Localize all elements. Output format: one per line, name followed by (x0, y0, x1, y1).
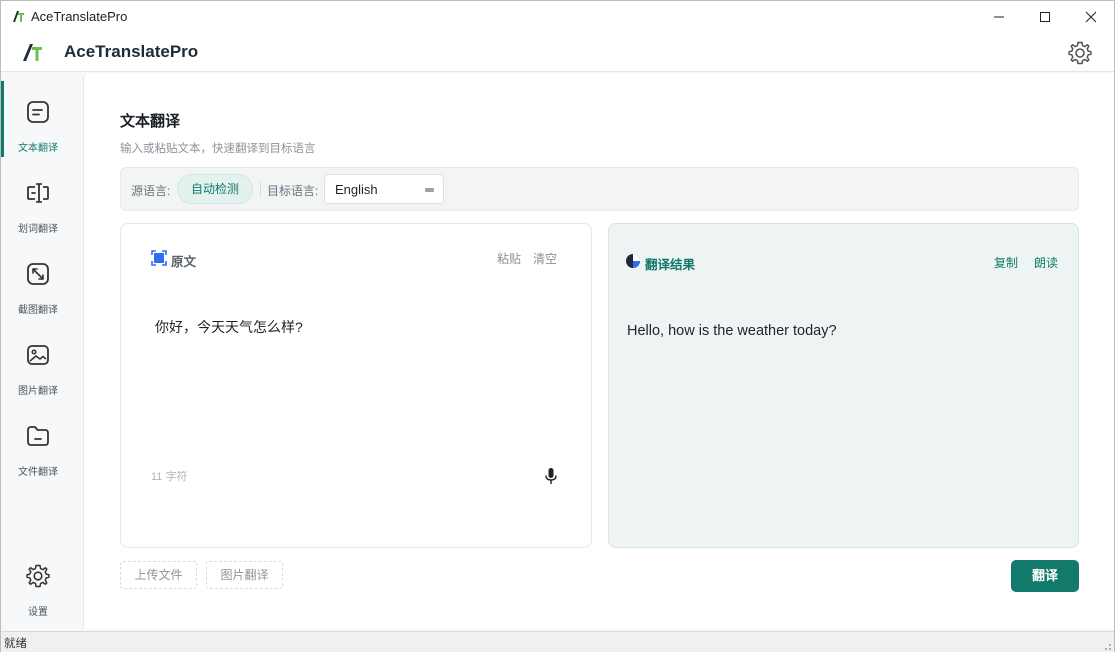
target-language-label: 目标语言: (267, 184, 319, 198)
gear-icon (26, 564, 50, 588)
minimize-icon (994, 16, 1004, 17)
resize-grip-icon[interactable] (1100, 639, 1112, 651)
image-translate-button[interactable]: 图片翻译 (206, 561, 283, 589)
scan-frame-icon (151, 250, 167, 266)
sidebar-item-settings[interactable]: 设置 (1, 537, 75, 618)
sidebar-item-file-translate[interactable]: 文件翻译 (1, 397, 75, 478)
sidebar-item-label: 文件翻译 (18, 467, 58, 478)
sidebar-item-label: 文本翻译 (18, 143, 58, 154)
source-card: 原文 粘贴 清空 你好，今天天气怎么样? 11 字符 (120, 223, 592, 548)
title-bar: AceTranslatePro (1, 1, 1114, 32)
page-title: 文本翻译 (120, 113, 181, 130)
text-cursor-icon (27, 183, 49, 203)
window-title: AceTranslatePro (31, 9, 128, 24)
paste-button[interactable]: 粘贴 (497, 250, 521, 267)
read-aloud-button[interactable]: 朗读 (1034, 254, 1058, 271)
app-header: AceTranslatePro (1, 32, 1114, 72)
target-language-select[interactable]: English (324, 174, 444, 204)
app-logo-icon (13, 11, 24, 22)
result-text: Hello, how is the weather today? (627, 323, 837, 339)
target-language-value: English (335, 182, 378, 197)
minimize-button[interactable] (976, 1, 1022, 32)
source-language-button[interactable]: 自动检测 (177, 174, 253, 204)
settings-gear-icon[interactable] (1067, 40, 1093, 66)
text-doc-icon (27, 101, 49, 123)
sidebar-item-screenshot-translate[interactable]: 截图翻译 (1, 235, 75, 316)
translation-result-icon (626, 254, 640, 268)
sidebar-item-label: 图片翻译 (18, 386, 58, 397)
source-text-input[interactable]: 你好，今天天气怎么样? (155, 317, 303, 337)
upload-file-button[interactable]: 上传文件 (120, 561, 197, 589)
sidebar-item-image-translate[interactable]: 图片翻译 (1, 316, 75, 397)
close-icon (1085, 11, 1097, 22)
source-card-title: 原文 (171, 255, 197, 269)
maximize-icon (1040, 11, 1050, 22)
result-card: 翻译结果 复制 朗读 Hello, how is the weather tod… (608, 223, 1079, 548)
result-card-title: 翻译结果 (645, 258, 696, 272)
close-button[interactable] (1068, 1, 1114, 32)
screenshot-expand-icon (27, 263, 49, 285)
translate-button[interactable]: 翻译 (1011, 560, 1079, 592)
divider (260, 181, 261, 197)
microphone-icon[interactable] (544, 467, 558, 485)
main-panel: 文本翻译 输入或粘贴文本，快速翻译到目标语言 源语言: 自动检测 目标语言: E… (83, 73, 1114, 629)
sidebar-item-label: 截图翻译 (18, 305, 58, 316)
brand-logo-icon (23, 44, 42, 61)
app-window: AceTranslatePro AceTranslatePro 文本翻译 划词翻… (0, 0, 1115, 652)
sidebar-item-text-translate[interactable]: 文本翻译 (1, 73, 75, 157)
image-icon (27, 345, 49, 365)
maximize-button[interactable] (1022, 1, 1068, 32)
source-language-label: 源语言: (131, 184, 171, 198)
sidebar: 文本翻译 划词翻译 截图翻译 图片翻译 文件翻译 设置 (1, 73, 75, 629)
sidebar-item-label: 设置 (28, 607, 48, 618)
brand-name: AceTranslatePro (64, 42, 199, 61)
sidebar-item-label: 划词翻译 (18, 224, 58, 235)
copy-button[interactable]: 复制 (994, 254, 1018, 271)
status-text: 就绪 (4, 638, 27, 650)
dropdown-caret-icon (425, 188, 434, 192)
page-subtitle: 输入或粘贴文本，快速翻译到目标语言 (120, 143, 316, 155)
language-bar: 源语言: 自动检测 目标语言: English (120, 167, 1079, 211)
folder-icon (27, 426, 49, 446)
status-bar: 就绪 (1, 631, 1114, 652)
sidebar-item-selection-translate[interactable]: 划词翻译 (1, 154, 75, 235)
clear-button[interactable]: 清空 (533, 250, 557, 267)
character-count: 11 字符 (151, 471, 188, 483)
